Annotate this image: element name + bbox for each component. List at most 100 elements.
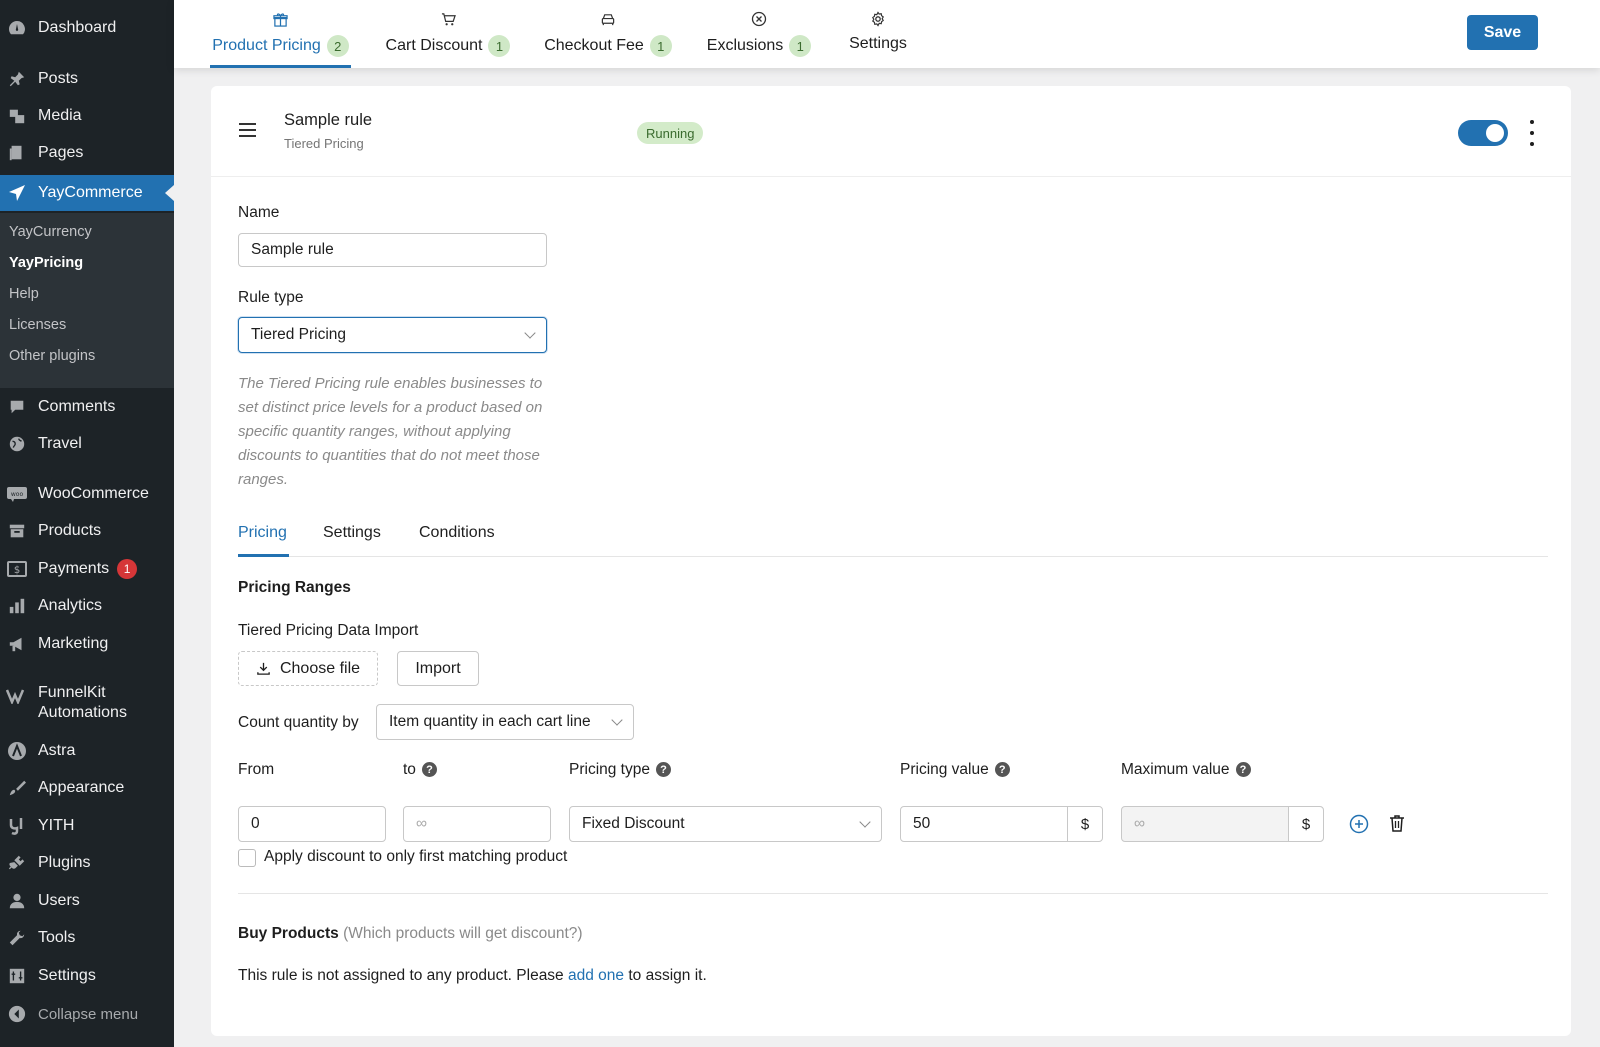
sidebar-item-travel[interactable]: Travel (0, 426, 174, 462)
subtab-settings[interactable]: Settings (323, 524, 381, 542)
buy-products-hint: (Which products will get discount?) (343, 925, 583, 942)
sidebar-item-settings[interactable]: Settings (0, 958, 174, 994)
sidebar-item-label: YayCommerce (38, 184, 143, 201)
tab-label: Checkout Fee (544, 37, 644, 54)
admin-sidebar: Dashboard Posts Media Pages YayCommerce … (0, 0, 174, 1047)
sidebar-item-dashboard[interactable]: Dashboard (0, 10, 174, 46)
wrench-icon (6, 927, 28, 949)
sidebar-item-appearance[interactable]: Appearance (0, 770, 174, 806)
more-options-icon[interactable] (1528, 120, 1536, 146)
status-badge: Running (637, 122, 704, 144)
subtab-pricing[interactable]: Pricing (238, 524, 287, 542)
astra-icon (6, 740, 28, 762)
woocommerce-icon: woo (6, 483, 28, 505)
sidebar-item-pages[interactable]: Pages (0, 135, 174, 171)
rule-type-select[interactable]: Tiered Pricing (238, 317, 547, 353)
name-input[interactable]: Sample rule (238, 233, 547, 267)
add-range-icon[interactable] (1349, 814, 1369, 834)
subtab-conditions[interactable]: Conditions (419, 524, 495, 542)
sidebar-item-woocommerce[interactable]: woo WooCommerce (0, 476, 174, 512)
sidebar-item-payments[interactable]: $ Payments 1 (0, 551, 174, 587)
tab-count-badge: 1 (649, 35, 672, 57)
submenu-item-other-plugins[interactable]: Other plugins (9, 348, 95, 364)
help-icon[interactable]: ? (1235, 762, 1251, 778)
sidebar-item-plugins[interactable]: Plugins (0, 845, 174, 881)
tab-product-pricing[interactable]: Product Pricing 2 (210, 0, 351, 68)
sidebar-collapse-menu[interactable]: Collapse menu (0, 996, 174, 1032)
tab-count-badge: 1 (789, 35, 812, 57)
sidebar-item-label: Products (38, 522, 102, 539)
submenu-item-yaycurrency[interactable]: YayCurrency (9, 224, 92, 240)
max-value-placeholder: ∞ (1134, 815, 1146, 832)
rule-enabled-toggle[interactable] (1458, 120, 1508, 146)
sidebar-item-astra[interactable]: Astra (0, 733, 174, 769)
chevron-down-icon (859, 816, 871, 828)
to-label-wrap: to? (403, 761, 437, 779)
sidebar-item-label: Travel (38, 435, 82, 452)
help-icon[interactable]: ? (994, 762, 1010, 778)
sidebar-item-products[interactable]: Products (0, 513, 174, 549)
section-divider (238, 893, 1548, 894)
svg-text:woo: woo (11, 491, 24, 498)
help-icon[interactable]: ? (421, 762, 437, 778)
max-value-input[interactable]: ∞ $ (1121, 806, 1324, 842)
to-label: to (403, 761, 416, 778)
payments-icon: $ (6, 558, 28, 580)
sidebar-item-yith[interactable]: YITH (0, 808, 174, 844)
name-input-value: Sample rule (251, 241, 334, 258)
sidebar-item-tools[interactable]: Tools (0, 920, 174, 956)
sidebar-item-label: Settings (38, 967, 96, 984)
pricing-value-label-wrap: Pricing value? (900, 761, 1010, 779)
pricing-type-select[interactable]: Fixed Discount (569, 806, 882, 842)
tab-exclusions[interactable]: Exclusions 1 (707, 0, 812, 68)
sidebar-item-label: Collapse menu (38, 1005, 139, 1023)
sidebar-item-media[interactable]: Media (0, 98, 174, 134)
buy-products-message: This rule is not assigned to any product… (238, 967, 707, 985)
apply-first-label: Apply discount to only first matching pr… (264, 848, 568, 865)
sidebar-item-label: Marketing (38, 635, 109, 652)
tab-cart-discount[interactable]: Cart Discount 1 (384, 0, 512, 68)
drag-handle-icon[interactable] (239, 123, 256, 137)
sidebar-item-label-line2: Automations (38, 704, 127, 721)
rule-title: Sample rule (284, 111, 373, 129)
subtab-divider (238, 556, 1548, 557)
pricing-value: 50 (913, 815, 931, 832)
count-quantity-select[interactable]: Item quantity in each cart line (376, 704, 634, 740)
from-input[interactable]: 0 (238, 806, 386, 842)
sidebar-item-funnelkit[interactable]: FunnelKit Automations (0, 683, 174, 727)
count-quantity-label: Count quantity by (238, 714, 359, 731)
import-button[interactable]: Import (397, 651, 479, 686)
tab-checkout-fee[interactable]: Checkout Fee 1 (544, 0, 672, 68)
rule-type-label: Rule type (238, 289, 304, 306)
submenu-item-licenses[interactable]: Licenses (9, 317, 66, 333)
yith-icon (6, 815, 28, 837)
sidebar-item-posts[interactable]: Posts (0, 61, 174, 97)
sidebar-item-comments[interactable]: Comments (0, 389, 174, 425)
cart-icon (441, 11, 456, 27)
pricing-type-label: Pricing type (569, 761, 650, 778)
help-icon[interactable]: ? (655, 762, 671, 778)
pricing-type-label-wrap: Pricing type? (569, 761, 671, 779)
x-circle-icon (751, 11, 767, 27)
to-input[interactable]: ∞ (403, 806, 551, 842)
sidebar-item-analytics[interactable]: Analytics (0, 588, 174, 624)
sidebar-item-yaycommerce[interactable]: YayCommerce (0, 175, 174, 211)
choose-file-button[interactable]: Choose file (238, 651, 378, 686)
sidebar-item-marketing[interactable]: Marketing (0, 626, 174, 662)
tab-label: Cart Discount (385, 37, 483, 54)
trash-icon[interactable] (1388, 814, 1406, 833)
pages-icon (6, 142, 28, 164)
sidebar-item-label: Posts (38, 70, 79, 87)
pricing-value-input[interactable]: 50 $ (900, 806, 1103, 842)
add-product-link[interactable]: add one (568, 967, 624, 984)
submenu-item-help[interactable]: Help (9, 286, 39, 302)
bar-chart-icon (6, 595, 28, 617)
tab-settings[interactable]: Settings (846, 0, 910, 68)
download-icon (256, 661, 271, 676)
rule-subtitle: Tiered Pricing (284, 136, 364, 151)
sidebar-item-users[interactable]: Users (0, 883, 174, 919)
apply-first-checkbox[interactable] (238, 849, 256, 867)
currency-suffix: $ (1067, 807, 1102, 841)
submenu-item-yaypricing[interactable]: YayPricing (9, 255, 83, 271)
save-button[interactable]: Save (1467, 15, 1538, 50)
